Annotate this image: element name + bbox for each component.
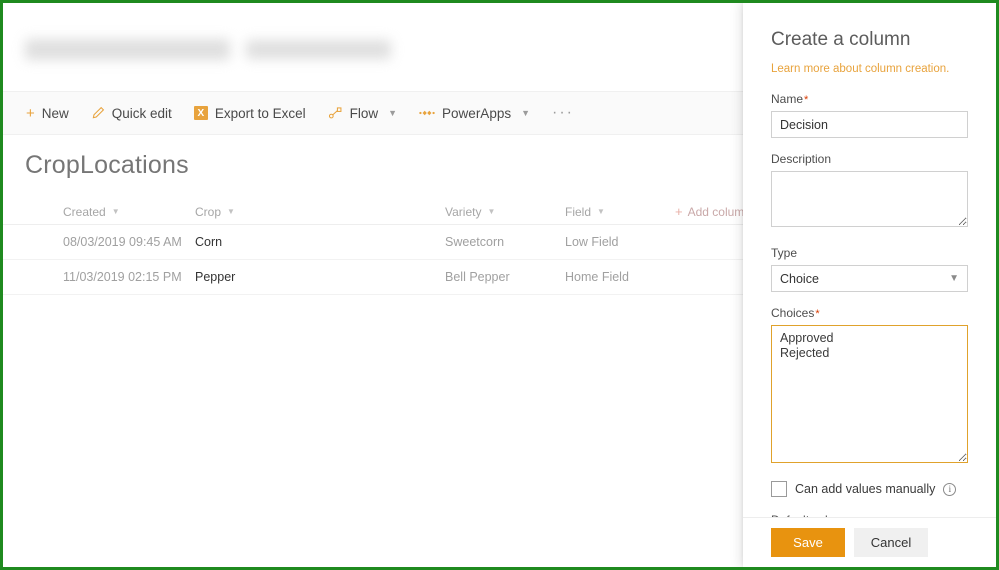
column-header-variety-label: Variety [445, 204, 482, 219]
cell-field: Home Field [565, 270, 629, 284]
column-header-crop[interactable]: Crop ▼ [195, 205, 445, 219]
pencil-icon [91, 106, 105, 120]
cell-field: Low Field [565, 235, 619, 249]
create-column-panel: Create a column Learn more about column … [743, 3, 996, 567]
choices-label-text: Choices [771, 306, 815, 320]
info-icon[interactable]: i [943, 482, 957, 496]
name-field-label: Name* [771, 92, 968, 106]
panel-title: Create a column [771, 29, 911, 50]
manual-values-row[interactable]: Can add values manually i [771, 481, 968, 497]
plus-icon: + [26, 104, 35, 122]
description-input[interactable] [771, 171, 968, 227]
choices-field-label: Choices* [771, 306, 968, 320]
plus-icon: + [675, 204, 683, 219]
chevron-down-icon: ▼ [111, 207, 120, 216]
chevron-down-icon: ▼ [388, 108, 398, 118]
export-to-excel-button[interactable]: X Export to Excel [185, 98, 315, 128]
flow-icon [328, 106, 343, 120]
app-window: + New Quick edit X Export to Excel Flow … [0, 0, 999, 570]
quick-edit-button[interactable]: Quick edit [82, 98, 181, 128]
required-marker: * [804, 94, 809, 106]
new-button-label: New [41, 105, 69, 121]
type-field-label: Type [771, 246, 798, 260]
type-select-wrapper: Choice ▼ [771, 265, 968, 292]
cell-variety: Sweetcorn [445, 235, 505, 249]
column-header-field[interactable]: Field ▼ [565, 205, 675, 219]
save-button[interactable]: Save [771, 528, 845, 557]
column-header-created-label: Created [63, 204, 106, 219]
chevron-down-icon: ▼ [227, 207, 235, 216]
powerapps-label: PowerApps [442, 105, 512, 121]
cell-crop: Pepper [195, 270, 236, 284]
page-title: CropLocations [25, 151, 189, 179]
column-header-crop-label: Crop [195, 204, 222, 219]
chevron-down-icon: ▼ [487, 207, 496, 216]
column-header-variety[interactable]: Variety ▼ [445, 205, 565, 219]
redacted-site-title [25, 38, 230, 60]
more-commands-label: ··· [552, 104, 574, 121]
column-header-created[interactable]: Created ▼ [63, 205, 195, 219]
description-field-label: Description [771, 152, 832, 166]
cell-created: 08/03/2019 09:45 AM [63, 235, 182, 249]
learn-more-link[interactable]: Learn more about column creation. [771, 63, 968, 75]
add-column-button[interactable]: + Add column [675, 204, 751, 219]
choices-input[interactable] [771, 325, 968, 463]
type-select[interactable]: Choice [771, 265, 968, 292]
cell-created: 11/03/2019 02:15 PM [63, 270, 182, 284]
export-to-excel-label: Export to Excel [214, 105, 306, 121]
name-input[interactable] [771, 111, 968, 138]
panel-body: Create a column Learn more about column … [743, 3, 996, 517]
flow-label: Flow [349, 105, 379, 121]
site-header [25, 31, 391, 67]
manual-values-label: Can add values manually [795, 482, 936, 496]
flow-button[interactable]: Flow ▼ [319, 98, 406, 128]
column-header-field-label: Field [565, 204, 592, 219]
add-column-label: Add column [687, 204, 751, 219]
panel-footer: Save Cancel [743, 517, 996, 567]
cell-variety: Bell Pepper [445, 270, 510, 284]
chevron-down-icon: ▼ [597, 207, 605, 216]
excel-icon: X [193, 106, 208, 120]
type-select-value: Choice [780, 271, 819, 286]
required-marker: * [815, 308, 820, 320]
powerapps-button[interactable]: PowerApps ▼ [410, 98, 539, 128]
name-label-text: Name [771, 92, 804, 106]
quick-edit-label: Quick edit [111, 105, 172, 121]
new-button[interactable]: + New [17, 98, 78, 128]
more-commands-button[interactable]: ··· [543, 98, 583, 128]
powerapps-icon [419, 107, 435, 119]
cell-crop: Corn [195, 235, 223, 249]
cancel-button[interactable]: Cancel [854, 528, 928, 557]
chevron-down-icon: ▼ [521, 108, 531, 118]
redacted-site-subtitle [246, 39, 391, 59]
manual-values-checkbox[interactable] [771, 481, 787, 497]
